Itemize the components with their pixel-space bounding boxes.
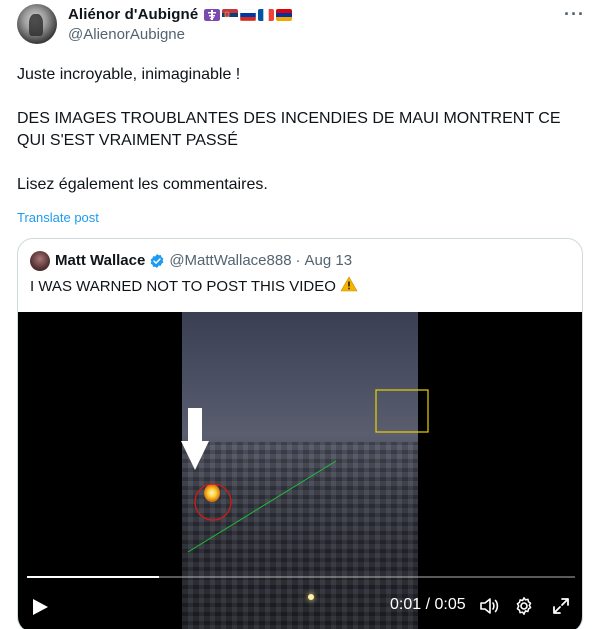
video-progress-bar[interactable] — [27, 576, 575, 578]
russia-flag-icon — [240, 8, 257, 21]
quote-display-name[interactable]: Matt Wallace — [55, 252, 145, 269]
warning-icon — [340, 276, 358, 296]
quote-date[interactable]: Aug 13 — [305, 252, 353, 269]
quoted-post[interactable]: Matt Wallace @MattWallace888 · Aug 13 I … — [17, 238, 583, 629]
orthodox-cross-icon — [204, 8, 221, 21]
settings-icon[interactable] — [514, 596, 534, 616]
verified-badge-icon — [150, 253, 164, 268]
serbia-flag-icon — [222, 8, 239, 21]
quote-header: Matt Wallace @MattWallace888 · Aug 13 — [55, 252, 352, 269]
post-line-3: Lisez également les commentaires. — [17, 176, 268, 193]
red-highlight-circle — [194, 483, 232, 521]
post-text: Juste incroyable, inimaginable ! DES IMA… — [17, 64, 587, 218]
post-line-2: DES IMAGES TROUBLANTES DES INCENDIES DE … — [17, 110, 561, 149]
video-progress-fill — [27, 576, 159, 578]
armenia-flag-icon — [276, 8, 293, 21]
author-flags — [204, 8, 293, 21]
video-annotations — [181, 389, 429, 553]
yellow-highlight-box — [375, 389, 429, 433]
fullscreen-icon[interactable] — [551, 596, 571, 616]
quote-avatar[interactable] — [30, 251, 50, 271]
author-display-name[interactable]: Aliénor d'Aubigné — [68, 6, 198, 23]
video-time: 0:01 / 0:05 — [390, 596, 466, 613]
quote-separator: · — [295, 252, 301, 269]
play-icon[interactable] — [31, 598, 49, 616]
quote-handle[interactable]: @MattWallace888 — [169, 252, 291, 269]
translate-post-link[interactable]: Translate post — [17, 210, 99, 225]
white-down-arrow — [181, 408, 209, 470]
volume-icon[interactable] — [479, 596, 499, 616]
quote-text-row: I WAS WARNED NOT TO POST THIS VIDEO — [30, 276, 358, 296]
more-icon[interactable]: ··· — [564, 4, 585, 25]
post-line-1: Juste incroyable, inimaginable ! — [17, 66, 241, 83]
france-flag-icon — [258, 8, 275, 21]
green-trajectory-line — [187, 460, 337, 553]
author-name-row: Aliénor d'Aubigné — [68, 6, 293, 23]
video-player[interactable]: 0:01 / 0:05 — [18, 312, 582, 629]
quote-text: I WAS WARNED NOT TO POST THIS VIDEO — [30, 277, 336, 295]
author-handle[interactable]: @AlienorAubigne — [68, 26, 185, 43]
author-avatar[interactable] — [17, 4, 57, 44]
